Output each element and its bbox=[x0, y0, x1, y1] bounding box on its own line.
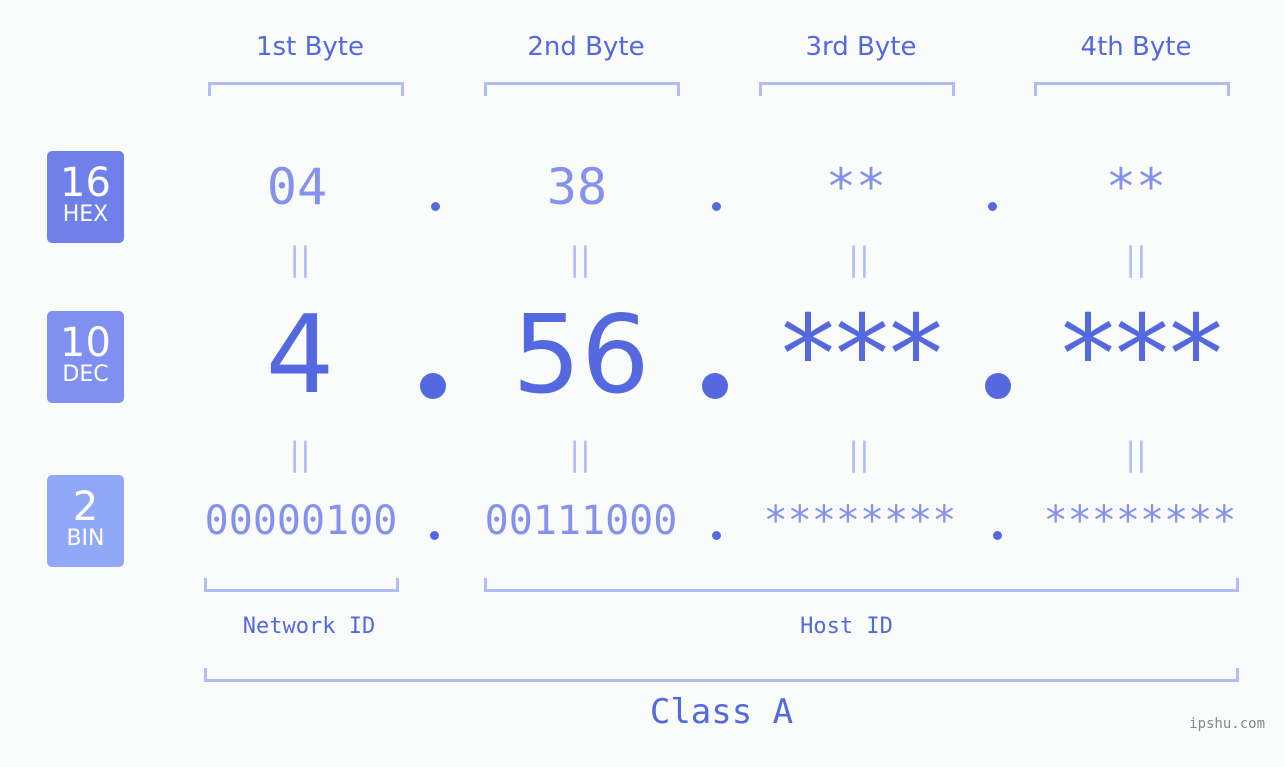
equals-dec-bin-4: || bbox=[1125, 435, 1147, 473]
byte-label-3: 3rd Byte bbox=[805, 32, 917, 62]
equals-hex-dec-3: || bbox=[848, 240, 870, 278]
network-id-label: Network ID bbox=[242, 614, 376, 639]
equals-hex-dec-4: || bbox=[1125, 240, 1147, 278]
dec-byte-4: *** bbox=[1061, 293, 1223, 418]
bin-byte-2: 00111000 bbox=[484, 498, 678, 544]
equals-hex-dec-1: || bbox=[289, 240, 311, 278]
hex-byte-3: ** bbox=[825, 158, 887, 216]
class-bracket bbox=[204, 668, 1239, 682]
bin-dot-1 bbox=[430, 531, 439, 540]
dec-dot-1 bbox=[420, 373, 446, 399]
equals-dec-bin-3: || bbox=[848, 435, 870, 473]
byte-bracket-3 bbox=[759, 82, 955, 96]
bin-byte-3: ******** bbox=[763, 498, 957, 544]
hex-base-number: 16 bbox=[60, 160, 111, 206]
bin-badge: 2 BIN bbox=[47, 475, 124, 567]
site-watermark: ipshu.com bbox=[1189, 716, 1265, 732]
byte-bracket-1 bbox=[208, 82, 404, 96]
equals-dec-bin-2: || bbox=[569, 435, 591, 473]
bin-base-label: BIN bbox=[66, 526, 105, 551]
dec-byte-2: 56 bbox=[512, 293, 650, 418]
dec-byte-1: 4 bbox=[265, 293, 335, 418]
hex-base-label: HEX bbox=[62, 202, 109, 227]
host-id-bracket bbox=[484, 578, 1239, 592]
equals-hex-dec-2: || bbox=[569, 240, 591, 278]
dec-base-label: DEC bbox=[62, 362, 109, 387]
hex-dot-3 bbox=[988, 202, 997, 211]
byte-label-2: 2nd Byte bbox=[527, 32, 645, 62]
hex-byte-4: ** bbox=[1105, 158, 1167, 216]
bin-dot-2 bbox=[712, 531, 721, 540]
byte-bracket-4 bbox=[1034, 82, 1230, 96]
equals-dec-bin-1: || bbox=[289, 435, 311, 473]
hex-byte-2: 38 bbox=[546, 158, 608, 216]
byte-label-4: 4th Byte bbox=[1080, 32, 1192, 62]
hex-dot-1 bbox=[431, 202, 440, 211]
byte-label-1: 1st Byte bbox=[256, 32, 364, 62]
bin-byte-1: 00000100 bbox=[204, 498, 398, 544]
dec-byte-3: *** bbox=[781, 293, 943, 418]
dec-dot-2 bbox=[702, 373, 728, 399]
network-id-bracket bbox=[204, 578, 399, 592]
class-label: Class A bbox=[649, 692, 794, 732]
dec-dot-3 bbox=[985, 373, 1011, 399]
hex-badge: 16 HEX bbox=[47, 151, 124, 243]
bin-dot-3 bbox=[993, 531, 1002, 540]
bin-base-number: 2 bbox=[72, 484, 99, 530]
dec-badge: 10 DEC bbox=[47, 311, 124, 403]
hex-dot-2 bbox=[712, 202, 721, 211]
byte-bracket-2 bbox=[484, 82, 680, 96]
hex-byte-1: 04 bbox=[266, 158, 328, 216]
host-id-label: Host ID bbox=[800, 614, 893, 639]
dec-base-number: 10 bbox=[60, 320, 111, 366]
bin-byte-4: ******** bbox=[1043, 498, 1237, 544]
